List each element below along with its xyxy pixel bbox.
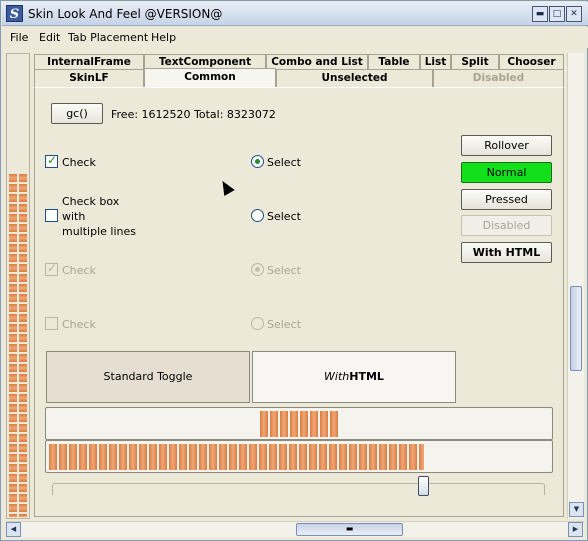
disabled-radio [251,317,264,330]
check-mark-icon: ✓ [47,261,58,275]
arrow-down-icon[interactable]: ▼ [569,502,584,517]
arrow-right-icon[interactable]: ▶ [568,522,583,537]
close-icon[interactable]: ✕ [566,6,582,22]
indeterminate-progress-fill [260,411,340,437]
with-html-button[interactable]: With HTML [461,242,552,263]
disabled-check-label: Check [62,318,96,331]
disabled-checkbox [45,317,58,330]
vertical-scrollbar[interactable]: ▼ [567,53,584,519]
window-title: Skin Look And Feel @VERSION@ [28,7,223,21]
tab-internalframe[interactable]: InternalFrame [34,54,144,69]
select-radio-label-2: Select [267,210,301,223]
tab-common[interactable]: Common [144,68,276,87]
minimize-icon[interactable]: ▬ [532,6,548,22]
multiline-check-line2: with [62,210,86,223]
radio-dot-icon [255,159,260,164]
menu-bar: File Edit Tab Placement Help [2,27,588,48]
slider-thumb[interactable] [418,476,429,496]
tab-disabled: Disabled [433,69,564,87]
tab-split[interactable]: Split [451,54,499,69]
slider-track[interactable] [52,483,545,495]
tab-textcomponent[interactable]: TextComponent [144,54,266,69]
disabled-checked-label: Check [62,264,96,277]
app-logo-icon: S [6,5,23,22]
multiline-check-line1: Check box [62,195,120,208]
disabled-selected-radio-label: Select [267,264,301,277]
multiline-check-line3: multiple lines [62,225,136,238]
horizontal-scrollbar[interactable]: ◀ ▬ ▶ [6,521,584,537]
radio-dot-icon [255,267,260,272]
html-toggle[interactable]: WithHTML [252,351,456,403]
html-toggle-italic: With [324,370,350,383]
menu-file[interactable]: File [10,31,28,44]
html-toggle-bold: HTML [349,370,384,383]
title-bar[interactable]: S Skin Look And Feel @VERSION@ ▬ □ ✕ [2,2,588,26]
arrow-left-icon[interactable]: ◀ [6,522,21,537]
horizontal-scroll-thumb[interactable]: ▬ [296,523,403,536]
maximize-icon[interactable]: □ [549,6,565,22]
tab-table[interactable]: Table [368,54,420,69]
multiline-checkbox[interactable] [45,209,58,222]
memory-status: Free: 1612520 Total: 8323072 [111,108,276,121]
vertical-progress-bar [6,53,30,519]
tab-chooser[interactable]: Chooser [499,54,564,69]
progress-fill [49,444,424,470]
menu-edit[interactable]: Edit [39,31,60,44]
tab-strip: InternalFrame TextComponent Combo and Li… [34,54,564,87]
menu-tab-placement[interactable]: Tab Placement [68,31,148,44]
vertical-scroll-thumb[interactable] [570,286,582,371]
select-radio-selected[interactable] [251,155,264,168]
disabled-selected-radio [251,263,264,276]
check-label: Check [62,156,96,169]
disabled-button: Disabled [461,215,552,236]
select-radio[interactable] [251,209,264,222]
normal-button[interactable]: Normal [461,162,552,183]
check-checkbox[interactable]: ✓ [45,153,58,168]
disabled-checked-checkbox: ✓ [45,261,58,276]
progress-bar [45,440,553,473]
app-window: S Skin Look And Feel @VERSION@ ▬ □ ✕ Fil… [0,0,588,541]
select-radio-label: Select [267,156,301,169]
tab-list[interactable]: List [420,54,451,69]
gc-button[interactable]: gc() [51,103,103,124]
tab-skinlf[interactable]: SkinLF [34,69,144,87]
disabled-radio-label: Select [267,318,301,331]
indeterminate-progress-bar [45,407,553,440]
standard-toggle[interactable]: Standard Toggle [46,351,250,403]
menu-help[interactable]: Help [151,31,176,44]
tab-unselected[interactable]: Unselected [276,69,433,87]
rollover-button[interactable]: Rollover [461,135,552,156]
check-mark-icon: ✓ [47,153,58,167]
vertical-progress-fill [9,174,27,517]
tab-combo-and-list[interactable]: Combo and List [266,54,368,69]
pressed-button[interactable]: Pressed [461,189,552,210]
